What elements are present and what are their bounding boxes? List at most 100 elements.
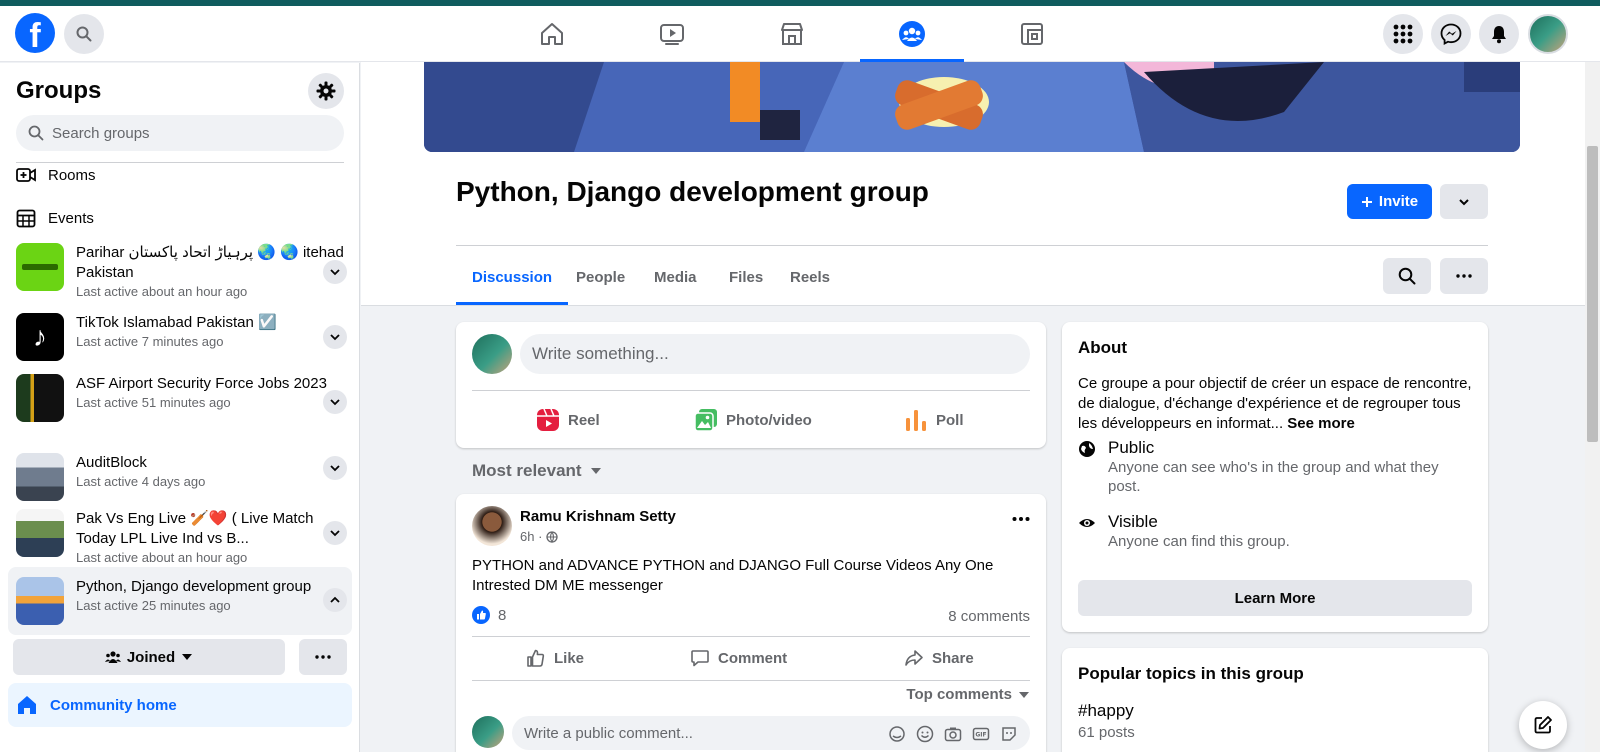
poll-icon bbox=[906, 410, 926, 431]
poll-button[interactable]: Poll bbox=[904, 400, 964, 440]
nav-tab-groups[interactable] bbox=[857, 6, 967, 62]
community-home-link[interactable]: Community home bbox=[8, 683, 352, 727]
group-item-asf[interactable]: ASF Airport Security Force Jobs 2023 Last… bbox=[8, 374, 352, 422]
like-button[interactable]: Like bbox=[526, 640, 584, 676]
post-timestamp[interactable]: 6h · bbox=[520, 529, 559, 544]
post-time-label: 6h · bbox=[520, 529, 543, 544]
header-dropdown-button[interactable] bbox=[1440, 184, 1488, 219]
share-button[interactable]: Share bbox=[904, 640, 974, 676]
comment-sort-label: Top comments bbox=[906, 686, 1012, 703]
group-item-pak-vs-eng[interactable]: Pak Vs Eng Live 🏏❤️ ( Live Match Today L… bbox=[8, 509, 352, 566]
like-reaction-icon bbox=[472, 606, 490, 624]
tab-reels[interactable]: Reels bbox=[790, 250, 830, 305]
see-more-link[interactable]: See more bbox=[1287, 415, 1355, 432]
author-avatar[interactable] bbox=[472, 506, 512, 546]
group-options-button[interactable] bbox=[323, 260, 347, 284]
comments-count[interactable]: 8 comments bbox=[948, 608, 1030, 625]
post-divider bbox=[472, 680, 1030, 681]
nav-tab-home[interactable] bbox=[497, 6, 607, 62]
post-options-icon[interactable] bbox=[1012, 516, 1030, 522]
group-options-button[interactable] bbox=[323, 390, 347, 414]
sticker-icon[interactable] bbox=[1000, 725, 1018, 743]
group-more-button[interactable] bbox=[299, 639, 347, 675]
invite-button[interactable]: Invite bbox=[1347, 184, 1432, 219]
tab-people[interactable]: People bbox=[576, 250, 625, 305]
group-name: Python, Django development group bbox=[76, 578, 312, 595]
group-cover-photo bbox=[424, 62, 1520, 152]
search-button[interactable] bbox=[64, 14, 104, 54]
group-collapse-button[interactable] bbox=[323, 588, 347, 612]
caret-down-icon bbox=[590, 468, 601, 474]
joined-button[interactable]: Joined bbox=[13, 639, 285, 675]
tab-label: Discussion bbox=[472, 269, 553, 286]
photo-video-button[interactable]: Photo/video bbox=[694, 400, 812, 440]
tab-label: Media bbox=[654, 269, 697, 286]
menu-button[interactable] bbox=[1383, 14, 1423, 54]
page-scrollbar-thumb[interactable] bbox=[1587, 146, 1598, 442]
tab-label: Files bbox=[729, 269, 764, 286]
comment-sort-dropdown[interactable]: Top comments bbox=[906, 686, 1030, 703]
chevron-down-icon bbox=[330, 530, 340, 537]
learn-more-button[interactable]: Learn More bbox=[1078, 580, 1472, 616]
compose-icon bbox=[1534, 716, 1552, 734]
search-groups-field[interactable] bbox=[16, 115, 344, 151]
comment-icon bbox=[691, 650, 709, 667]
group-item-auditblock[interactable]: AuditBlock Last active 4 days ago bbox=[8, 453, 352, 501]
group-thumbnail bbox=[16, 577, 64, 625]
post-composer: Reel Photo/video Poll bbox=[456, 322, 1046, 448]
group-options-button[interactable] bbox=[323, 521, 347, 545]
avatar-sticker-icon[interactable] bbox=[888, 725, 906, 743]
write-something-input[interactable] bbox=[520, 334, 1030, 374]
about-card: About Ce groupe a pour objectif de créer… bbox=[1062, 322, 1488, 632]
group-title: Python, Django development group bbox=[456, 176, 929, 207]
share-label: Share bbox=[932, 649, 974, 667]
header-divider bbox=[456, 245, 1488, 246]
profile-avatar[interactable] bbox=[1528, 14, 1568, 54]
topic-hashtag[interactable]: #happy bbox=[1078, 701, 1134, 721]
nav-tab-marketplace[interactable] bbox=[737, 6, 847, 62]
tab-media[interactable]: Media bbox=[654, 250, 697, 305]
tab-files[interactable]: Files bbox=[729, 250, 763, 305]
popular-topics-card: Popular topics in this group #happy 61 p… bbox=[1062, 648, 1488, 752]
group-thumbnail: ♪ bbox=[16, 313, 64, 361]
facebook-logo[interactable]: f bbox=[15, 13, 55, 53]
author-name[interactable]: Ramu Krishnam Setty bbox=[520, 508, 676, 525]
emoji-icon[interactable] bbox=[916, 725, 934, 743]
reel-button[interactable]: Reel bbox=[536, 400, 600, 440]
photo-icon bbox=[694, 409, 717, 432]
search-icon bbox=[1398, 267, 1416, 285]
reel-label: Reel bbox=[568, 411, 600, 429]
sort-dropdown[interactable]: Most relevant bbox=[472, 461, 602, 481]
group-options-button[interactable] bbox=[323, 325, 347, 349]
sidebar-item-events[interactable]: Events bbox=[16, 200, 94, 236]
settings-button[interactable] bbox=[308, 73, 344, 109]
camera-icon[interactable] bbox=[944, 725, 962, 743]
notifications-button[interactable] bbox=[1479, 14, 1519, 54]
groups-sidebar: Groups Rooms Events Parihar پرہیاڑ اتحاد… bbox=[0, 63, 360, 752]
invite-label: Invite bbox=[1378, 193, 1419, 210]
rooms-icon bbox=[16, 168, 36, 182]
poll-label: Poll bbox=[936, 411, 964, 429]
tab-discussion[interactable]: Discussion bbox=[455, 250, 569, 305]
group-options-button[interactable] bbox=[323, 456, 347, 480]
caret-down-icon bbox=[1019, 691, 1029, 698]
group-last-active: Last active 25 minutes ago bbox=[76, 598, 231, 613]
group-item-python-django[interactable]: Python, Django development group Last act… bbox=[8, 567, 352, 635]
gif-icon[interactable]: GIF bbox=[972, 725, 990, 743]
nav-tab-gaming[interactable] bbox=[977, 6, 1087, 62]
reactions-summary[interactable]: 8 bbox=[472, 606, 506, 624]
group-last-active: Last active 7 minutes ago bbox=[76, 334, 224, 349]
group-item-parihar[interactable]: Parihar پرہیاڑ اتحاد پاکستان 🌏 🌏 itehad … bbox=[8, 243, 352, 300]
sidebar-item-rooms[interactable]: Rooms bbox=[16, 157, 96, 193]
messenger-button[interactable] bbox=[1431, 14, 1471, 54]
group-search-button[interactable] bbox=[1383, 258, 1431, 294]
caret-down-icon bbox=[182, 654, 193, 660]
group-more-options-button[interactable] bbox=[1440, 258, 1488, 294]
search-groups-input[interactable] bbox=[52, 124, 322, 142]
group-item-tiktok[interactable]: ♪ TikTok Islamabad Pakistan ☑️ Last activ… bbox=[8, 313, 352, 361]
comment-label: Comment bbox=[718, 649, 788, 667]
group-last-active: Last active about an hour ago bbox=[76, 284, 248, 299]
comment-button[interactable]: Comment bbox=[690, 640, 787, 676]
nav-tab-watch[interactable] bbox=[617, 6, 727, 62]
new-message-button[interactable] bbox=[1519, 701, 1567, 749]
